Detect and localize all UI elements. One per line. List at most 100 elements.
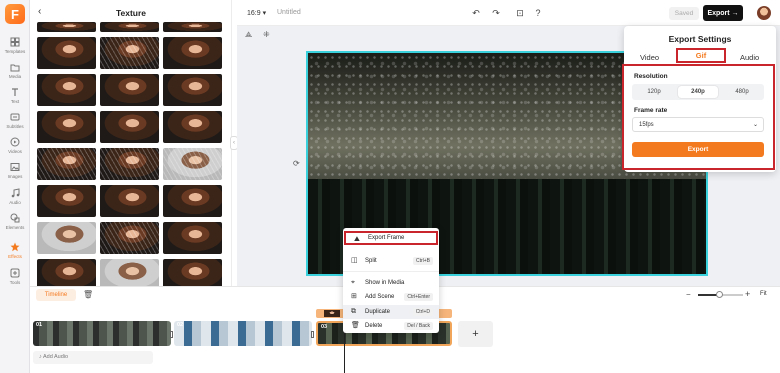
rail-item-templates[interactable]: Templates	[0, 32, 30, 58]
texture-thumb[interactable]	[163, 148, 222, 180]
texture-thumb[interactable]	[100, 185, 159, 217]
effects-icon	[10, 242, 20, 251]
resolution-options: 120p 240p 480p	[632, 84, 764, 100]
aspect-ratio-select[interactable]: 16:9 ▾	[247, 9, 266, 17]
menu-item-delete[interactable]: 🗑 Delete Del / Back	[343, 319, 439, 333]
add-clip-button[interactable]: +	[458, 321, 493, 347]
avatar[interactable]	[757, 6, 771, 20]
texture-thumb[interactable]	[163, 185, 222, 217]
clip-handle[interactable]	[170, 331, 173, 338]
texture-thumb[interactable]	[100, 222, 159, 254]
location-icon: ⌖	[351, 279, 355, 286]
texture-thumb[interactable]	[37, 222, 96, 254]
export-frame-icon: ⛰	[354, 236, 360, 243]
menu-item-show-in-media[interactable]: ⌖ Show in Media	[343, 276, 439, 290]
gif-export-button[interactable]: Export	[632, 142, 764, 157]
chevron-down-icon: ⌄	[752, 122, 758, 128]
overlay-thumb	[324, 310, 340, 317]
menu-item-export-frame[interactable]: ⛰ Export Frame	[344, 231, 438, 245]
texture-thumb[interactable]	[37, 74, 96, 106]
clip-number: 03	[321, 324, 328, 330]
export-button[interactable]: Export →	[703, 5, 743, 21]
add-audio-button[interactable]: ♪ Add Audio	[33, 351, 153, 364]
texture-thumb[interactable]	[37, 111, 96, 143]
text-icon	[12, 87, 18, 96]
texture-thumb[interactable]	[163, 259, 222, 286]
rail-item-subtitles[interactable]: Subtitles	[0, 107, 30, 133]
top-bar: 16:9 ▾ Untitled ↶ ↷ ⊡ ? Saved Export →	[237, 0, 780, 26]
texture-thumb[interactable]	[37, 259, 96, 286]
tab-audio[interactable]: Audio	[740, 53, 759, 62]
screenshot-icon[interactable]: ⊡	[513, 6, 527, 20]
timeline-clip[interactable]: 02	[174, 321, 312, 346]
rotate-icon[interactable]: ⟳	[293, 159, 300, 168]
flip-icon[interactable]: ⟁	[245, 30, 252, 40]
texture-thumb[interactable]	[37, 185, 96, 217]
menu-label: Duplicate	[365, 309, 391, 315]
timeline-clip[interactable]: 01	[33, 321, 171, 346]
add-audio-label: Add Audio	[42, 354, 69, 360]
fit-button[interactable]: Fit	[760, 291, 767, 297]
resolution-240p[interactable]: 240p	[678, 86, 718, 98]
menu-label: Export Frame	[368, 235, 405, 241]
rail-item-effects[interactable]: Effects	[0, 237, 30, 263]
tab-gif[interactable]: Gif	[676, 48, 726, 63]
duplicate-icon: ⧉	[351, 308, 356, 315]
zoom-in-icon[interactable]: +	[745, 289, 750, 299]
rail-label: Effects	[8, 253, 22, 259]
texture-thumb[interactable]	[163, 37, 222, 69]
folder-icon	[10, 64, 20, 71]
texture-thumb[interactable]	[163, 111, 222, 143]
menu-label: Delete	[365, 323, 383, 329]
rail-item-text[interactable]: Text	[0, 82, 30, 108]
texture-thumb[interactable]	[100, 74, 159, 106]
menu-item-add-scene[interactable]: ⊞ Add Scene Ctrl+Enter	[343, 290, 439, 304]
texture-thumb[interactable]	[100, 22, 159, 32]
saved-status: Saved	[669, 7, 699, 20]
export-settings-title: Export Settings	[668, 34, 732, 44]
tab-gif-label: Gif	[695, 51, 707, 60]
texture-thumb[interactable]	[163, 74, 222, 106]
rail-item-videos[interactable]: Videos	[0, 132, 30, 158]
zoom-out-icon[interactable]: −	[686, 290, 691, 299]
rail-item-audio[interactable]: Audio	[0, 183, 30, 209]
templates-icon	[10, 37, 20, 46]
rail-item-images[interactable]: Images	[0, 157, 30, 183]
timeline-toggle-button[interactable]: Timeline	[36, 289, 76, 301]
resolution-480p[interactable]: 480p	[722, 86, 762, 98]
texture-thumb[interactable]	[100, 37, 159, 69]
texture-thumb[interactable]	[100, 148, 159, 180]
crop-icon[interactable]: ⁜	[263, 30, 270, 39]
frame-rate-select[interactable]: 15fps ⌄	[632, 117, 764, 132]
texture-thumb[interactable]	[37, 37, 96, 69]
zoom-slider-handle[interactable]	[716, 291, 723, 298]
shortcut-badge: Del / Back	[404, 322, 433, 330]
rail-label: Text	[10, 98, 20, 104]
music-icon	[11, 187, 20, 197]
texture-thumb[interactable]	[100, 111, 159, 143]
rail-label: Media	[8, 73, 22, 79]
resolution-120p[interactable]: 120p	[634, 86, 674, 98]
rail-item-elements[interactable]: Elements	[0, 208, 30, 234]
texture-thumb[interactable]	[163, 222, 222, 254]
tab-video[interactable]: Video	[640, 53, 659, 62]
rail-item-media[interactable]: Media	[0, 57, 30, 83]
elements-icon	[10, 213, 20, 222]
menu-item-duplicate[interactable]: ⧉ Duplicate Ctrl+D	[343, 305, 439, 319]
texture-thumb[interactable]	[37, 148, 96, 180]
texture-thumb[interactable]	[163, 22, 222, 32]
texture-thumb[interactable]	[100, 259, 159, 286]
clip-handle[interactable]	[311, 331, 314, 338]
menu-item-split[interactable]: ◫ Split Ctrl+B	[343, 254, 439, 268]
shortcut-badge: Ctrl+Enter	[404, 293, 433, 301]
app-logo[interactable]: F	[5, 4, 25, 24]
rail-item-tools[interactable]: Tools	[0, 263, 30, 289]
project-name[interactable]: Untitled	[277, 9, 301, 16]
trash-icon[interactable]: 🗑	[83, 290, 93, 299]
texture-thumb[interactable]	[37, 22, 96, 32]
help-icon[interactable]: ?	[531, 6, 545, 20]
frame-rate-label: Frame rate	[634, 107, 668, 114]
undo-icon[interactable]: ↶	[469, 6, 483, 20]
clip-context-menu: ⛰ Export Frame ◫ Split Ctrl+B ⌖ Show in …	[343, 228, 439, 333]
redo-icon[interactable]: ↷	[489, 6, 503, 20]
